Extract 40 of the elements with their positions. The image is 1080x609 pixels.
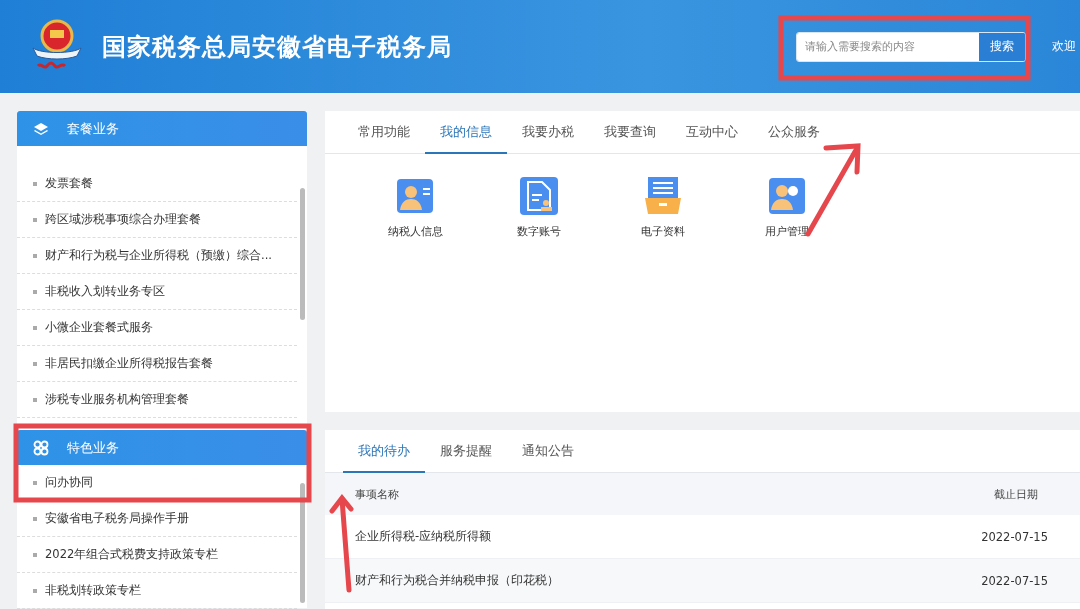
tab[interactable]: 互动中心: [671, 111, 753, 154]
tab[interactable]: 我的信息: [425, 111, 507, 154]
tab[interactable]: 通知公告: [507, 430, 589, 473]
site-title: 国家税务总局安徽省电子税务局: [102, 31, 452, 63]
column-header: 截止日期: [994, 486, 1038, 502]
sidebar-item[interactable]: 问办协同: [17, 465, 297, 501]
panel-title: 特色业务: [67, 438, 119, 457]
sidebar-item[interactable]: 涉税专业服务机构管理套餐: [17, 382, 297, 418]
sidebar-item[interactable]: 发票套餐: [17, 166, 297, 202]
document-icon: [519, 176, 559, 216]
sidebar-item[interactable]: 非居民扣缴企业所得税报告套餐: [17, 346, 297, 382]
shortcut-label[interactable]: 纳税人信息: [387, 224, 443, 239]
scrollbar[interactable]: [300, 188, 305, 320]
scrollbar[interactable]: [300, 483, 305, 603]
tab[interactable]: 常用功能: [343, 111, 425, 154]
sidebar-item[interactable]: 2022年组合式税费支持政策专栏: [17, 537, 297, 573]
welcome-text: 欢迎: [1052, 38, 1076, 55]
layers-icon: [33, 120, 49, 137]
table-cell: 企业所得税-应纳税所得额: [355, 529, 492, 544]
sidebar-item[interactable]: 财产和行为税与企业所得税（预缴）综合...: [17, 238, 297, 274]
drawer-icon: [643, 176, 683, 216]
table-cell: 2022-07-15: [981, 573, 1048, 588]
sidebar-item[interactable]: 非税收入划转业务专区: [17, 274, 297, 310]
clover-icon: [33, 439, 49, 456]
tab[interactable]: 我要办税: [507, 111, 589, 154]
column-header: 事项名称: [355, 486, 399, 502]
sidebar-item[interactable]: 跨区域涉税事项综合办理套餐: [17, 202, 297, 238]
tab[interactable]: 服务提醒: [425, 430, 507, 473]
panel-title: 套餐业务: [67, 119, 119, 138]
sidebar-item[interactable]: 小微企业套餐式服务: [17, 310, 297, 346]
table-cell: 2022-07-15: [981, 529, 1048, 544]
users-icon: [767, 176, 807, 216]
shortcut-label[interactable]: 数字账号: [517, 224, 561, 239]
sidebar-item[interactable]: 非税划转政策专栏: [17, 573, 297, 609]
shortcut-label[interactable]: 电子资料: [641, 224, 685, 239]
tab[interactable]: 我要查询: [589, 111, 671, 154]
id-card-icon: [395, 176, 435, 216]
sidebar-item[interactable]: 安徽省电子税务局操作手册: [17, 501, 297, 537]
table-cell: 财产和行为税合并纳税申报（印花税）: [355, 573, 559, 588]
tab[interactable]: 公众服务: [753, 111, 835, 154]
